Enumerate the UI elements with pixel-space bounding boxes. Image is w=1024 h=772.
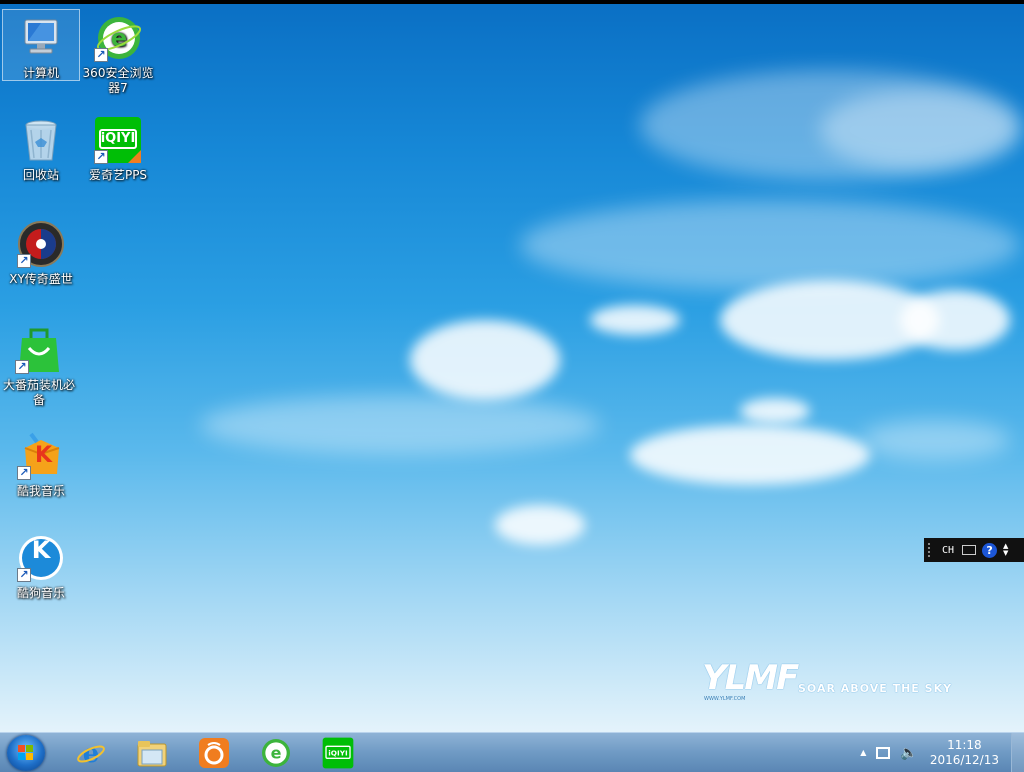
show-desktop-button[interactable] (1011, 733, 1024, 772)
top-border (0, 0, 1024, 4)
explorer-icon (137, 741, 167, 767)
cloud-wisp (860, 420, 1010, 460)
360-browser-icon: e ↗ (94, 14, 142, 62)
desktop-icon-kuwo[interactable]: K ↗ 酷我音乐 (3, 428, 79, 499)
recycle-bin-icon (17, 116, 65, 164)
shortcut-arrow-icon: ↗ (17, 568, 31, 582)
desktop-icon-label: 大番茄装机必备 (2, 378, 75, 407)
desktop[interactable]: 计算机 e ↗ 360安全浏览器7 回收站 iQIYI ↗ 爱奇艺PPS ↗ X… (0, 0, 1024, 732)
taskbar-360-browser-button[interactable]: e (259, 736, 293, 770)
kugou-logo-text: K (31, 536, 51, 564)
volume-icon[interactable]: 🔈 (900, 745, 917, 761)
desktop-icon-label: 回收站 (22, 168, 59, 182)
help-icon[interactable]: ? (982, 542, 998, 558)
logo-letters: YLMF (702, 658, 799, 698)
cloud (495, 505, 585, 545)
taskbar-ie-button[interactable]: e (74, 736, 108, 770)
xy-game-icon: ↗ (17, 220, 65, 268)
iqiyi-icon: iQIYI (322, 737, 354, 769)
taskbar-clock[interactable]: 11:18 2016/12/13 (930, 738, 999, 768)
shortcut-arrow-icon: ↗ (15, 360, 29, 374)
cloud-wisp (820, 90, 1020, 170)
svg-text:e: e (83, 739, 100, 768)
taskbar: e e iQIYI ▲ 🔈 11:18 2016/12/13 (0, 732, 1024, 772)
shortcut-arrow-icon: ↗ (94, 150, 108, 164)
cloud (900, 290, 1010, 350)
desktop-icon-label: 酷我音乐 (16, 484, 65, 498)
cloud (590, 305, 680, 335)
logo-slogan: SOAR ABOVE THE SKY (798, 682, 953, 695)
computer-icon (17, 14, 65, 62)
options-chevron-icon[interactable]: ▲ ▼ (1003, 543, 1008, 557)
desktop-icon-recycle-bin[interactable]: 回收站 (3, 112, 79, 183)
desktop-icon-kugou[interactable]: K ↗ 酷狗音乐 (3, 530, 79, 601)
cloud-wisp (520, 200, 1020, 290)
uc-browser-icon (199, 738, 229, 768)
cloud (630, 425, 870, 485)
system-tray: ▲ 🔈 11:18 2016/12/13 (860, 733, 1024, 772)
shortcut-arrow-icon: ↗ (17, 254, 31, 268)
logo-url: WWW.YLMF.COM (704, 696, 746, 702)
360-browser-icon: e (262, 739, 290, 767)
taskbar-iqiyi-button[interactable]: iQIYI (321, 736, 355, 770)
desktop-icon-360-browser[interactable]: e ↗ 360安全浏览器7 (80, 10, 156, 96)
svg-text:iQIYI: iQIYI (328, 749, 348, 758)
show-hidden-icons-icon[interactable]: ▲ (860, 748, 866, 757)
desktop-icon-label: 酷狗音乐 (16, 586, 65, 600)
input-language[interactable]: CH (942, 545, 954, 556)
ie-icon: e (77, 739, 105, 768)
drag-grip-icon[interactable] (928, 543, 936, 557)
kuwo-music-icon: K ↗ (17, 432, 65, 480)
desktop-icon-label: XY传奇盛世 (9, 272, 73, 286)
kugou-music-icon: K ↗ (17, 534, 65, 582)
svg-text:e: e (271, 743, 282, 762)
language-bar[interactable]: CH ? ▲ ▼ (924, 538, 1024, 562)
taskbar-uc-browser-button[interactable] (197, 736, 231, 770)
desktop-icon-dafan[interactable]: ↗ 大番茄装机必备 (1, 322, 77, 408)
start-button[interactable] (7, 735, 45, 771)
kuwo-logo-text: K (35, 443, 53, 468)
iqiyi-icon: iQIYI ↗ (94, 116, 142, 164)
clock-date: 2016/12/13 (929, 752, 999, 767)
cloud-wisp (200, 395, 600, 455)
network-icon[interactable] (876, 746, 891, 759)
cloud (410, 320, 560, 400)
desktop-icon-xy-game[interactable]: ↗ XY传奇盛世 (3, 216, 79, 287)
iqiyi-logo-text: iQIYI (100, 131, 136, 146)
desktop-icon-label: 360安全浏览器7 (82, 66, 154, 95)
keyboard-icon[interactable] (962, 545, 977, 555)
taskbar-explorer-button[interactable] (135, 736, 169, 770)
desktop-icon-iqiyi[interactable]: iQIYI ↗ 爱奇艺PPS (80, 112, 156, 183)
windows-logo-icon (18, 745, 34, 761)
desktop-icon-label: 计算机 (22, 66, 59, 80)
cloud (740, 398, 810, 424)
ylmf-logo: YLMF SOAR ABOVE THE SKY WWW.YLMF.COM (698, 656, 958, 704)
shortcut-arrow-icon: ↗ (94, 48, 108, 62)
clock-time: 11:18 (947, 737, 982, 752)
desktop-icon-label: 爱奇艺PPS (88, 168, 148, 182)
shopping-bag-icon: ↗ (15, 326, 63, 374)
desktop-icon-computer[interactable]: 计算机 (2, 9, 80, 81)
shortcut-arrow-icon: ↗ (17, 466, 31, 480)
